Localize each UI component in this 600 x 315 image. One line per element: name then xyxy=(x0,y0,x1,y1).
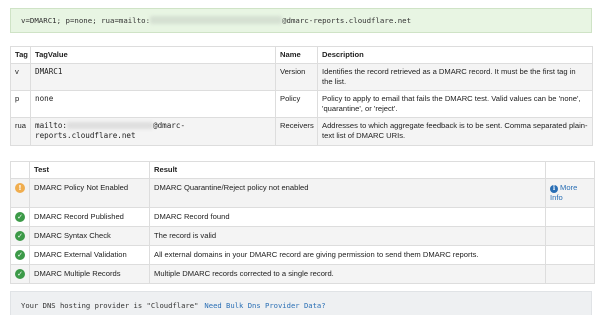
test-result-cell: All external domains in your DMARC recor… xyxy=(149,245,546,265)
record-text-suffix: @dmarc-reports.cloudflare.net xyxy=(282,16,412,25)
status-cell: ! xyxy=(10,178,30,208)
header-name: Name xyxy=(275,46,318,64)
record-text-prefix: v=DMARC1; p=none; rua=mailto: xyxy=(21,16,151,25)
status-cell: ✓ xyxy=(10,226,30,246)
dns-provider-text: Your DNS hosting provider is "Cloudflare… xyxy=(21,301,199,310)
tag-description-cell: Addresses to which aggregate feedback is… xyxy=(317,117,593,146)
table-row: ✓ DMARC Syntax Check The record is valid xyxy=(10,226,595,246)
info-cell xyxy=(545,245,595,265)
header-status xyxy=(10,161,30,179)
status-cell: ✓ xyxy=(10,264,30,284)
tag-name-cell: Version xyxy=(275,63,318,91)
table-row: v DMARC1 Version Identifies the record r… xyxy=(10,63,593,91)
bulk-dns-provider-link[interactable]: Need Bulk Dns Provider Data? xyxy=(204,301,325,310)
info-cell xyxy=(545,226,595,246)
info-cell: i More Info xyxy=(545,178,595,208)
table-row: ! DMARC Policy Not Enabled DMARC Quarant… xyxy=(10,178,595,208)
check-icon: ✓ xyxy=(15,250,25,260)
rua-value-prefix: mailto: xyxy=(35,121,68,130)
table-row: rua mailto: @dmarc-reports.cloudflare.net… xyxy=(10,117,593,146)
test-result-cell: The record is valid xyxy=(149,226,546,246)
status-cell: ✓ xyxy=(10,245,30,265)
tag-value-cell: mailto: @dmarc-reports.cloudflare.net xyxy=(30,117,276,146)
tag-description-cell: Policy to apply to email that fails the … xyxy=(317,90,593,118)
test-result-cell: DMARC Record found xyxy=(149,207,546,227)
header-tagvalue: TagValue xyxy=(30,46,276,64)
header-tag: Tag xyxy=(10,46,31,64)
header-test: Test xyxy=(29,161,150,179)
warning-icon: ! xyxy=(15,183,25,193)
tag-table-header: Tag TagValue Name Description xyxy=(10,46,593,64)
tag-cell: rua xyxy=(10,117,31,146)
test-name-cell: DMARC Record Published xyxy=(29,207,150,227)
header-description: Description xyxy=(317,46,593,64)
info-cell xyxy=(545,207,595,227)
dmarc-test-results-table: Test Result ! DMARC Policy Not Enabled D… xyxy=(10,161,595,284)
test-result-cell: DMARC Quarantine/Reject policy not enabl… xyxy=(149,178,546,208)
table-row: ✓ DMARC Multiple Records Multiple DMARC … xyxy=(10,264,595,284)
tag-cell: p xyxy=(10,90,31,118)
info-icon: i xyxy=(550,185,558,193)
check-icon: ✓ xyxy=(15,212,25,222)
table-row: ✓ DMARC Record Published DMARC Record fo… xyxy=(10,207,595,227)
check-icon: ✓ xyxy=(15,269,25,279)
check-icon: ✓ xyxy=(15,231,25,241)
tag-description-cell: Identifies the record retrieved as a DMA… xyxy=(317,63,593,91)
more-info-link[interactable]: i More Info xyxy=(550,183,590,203)
redacted-email xyxy=(67,122,154,129)
dmarc-tag-table: Tag TagValue Name Description v DMARC1 V… xyxy=(10,46,593,146)
redacted-email xyxy=(150,16,283,24)
test-table-header: Test Result xyxy=(10,161,595,179)
test-name-cell: DMARC Policy Not Enabled xyxy=(29,178,150,208)
header-result: Result xyxy=(149,161,546,179)
status-cell: ✓ xyxy=(10,207,30,227)
dns-provider-box: Your DNS hosting provider is "Cloudflare… xyxy=(10,291,592,315)
test-name-cell: DMARC Multiple Records xyxy=(29,264,150,284)
tag-value-cell: none xyxy=(30,90,276,118)
info-cell xyxy=(545,264,595,284)
dmarc-record-box: v=DMARC1; p=none; rua=mailto: @dmarc-repo… xyxy=(10,8,592,33)
header-info xyxy=(545,161,595,179)
table-row: ✓ DMARC External Validation All external… xyxy=(10,245,595,265)
table-row: p none Policy Policy to apply to email t… xyxy=(10,90,593,118)
tag-name-cell: Receivers xyxy=(275,117,318,146)
test-name-cell: DMARC External Validation xyxy=(29,245,150,265)
tag-name-cell: Policy xyxy=(275,90,318,118)
test-name-cell: DMARC Syntax Check xyxy=(29,226,150,246)
tag-value-cell: DMARC1 xyxy=(30,63,276,91)
tag-cell: v xyxy=(10,63,31,91)
test-result-cell: Multiple DMARC records corrected to a si… xyxy=(149,264,546,284)
